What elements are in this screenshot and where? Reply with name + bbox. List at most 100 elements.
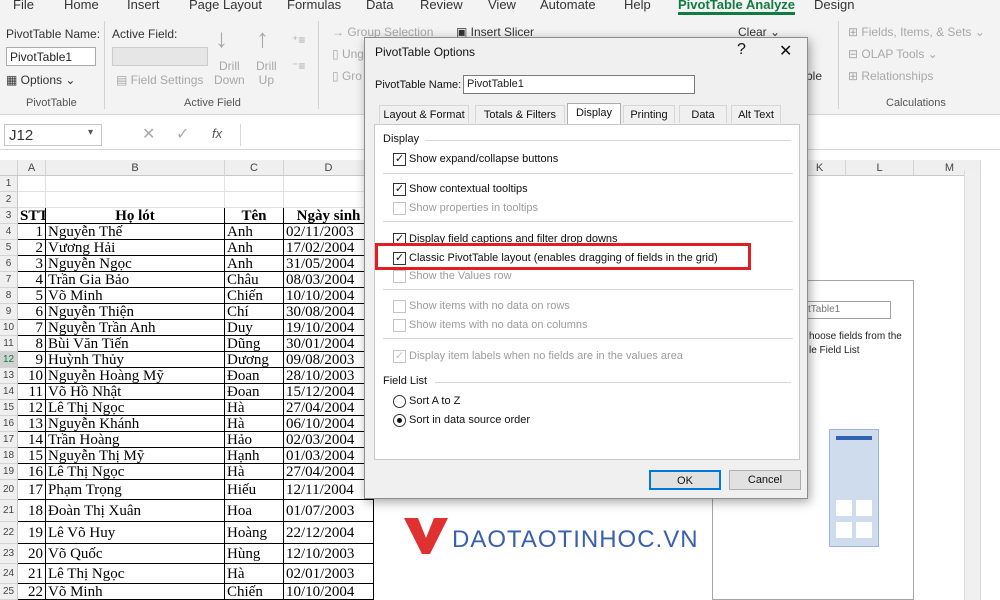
row-header[interactable]: 5 <box>0 240 18 256</box>
table-cell[interactable]: 22 <box>18 584 46 600</box>
table-cell[interactable]: 27/04/2004 <box>284 464 374 480</box>
table-header-cell[interactable]: STT <box>18 208 46 224</box>
pt-name-input[interactable]: PivotTable1 <box>463 75 695 94</box>
table-cell[interactable]: 15 <box>18 448 46 464</box>
table-cell[interactable]: Hà <box>225 416 284 432</box>
table-cell[interactable]: Anh <box>225 224 284 240</box>
tab-printing[interactable]: Printing <box>623 105 675 123</box>
table-cell[interactable]: 02/03/2004 <box>284 432 374 448</box>
menu-view[interactable]: View <box>488 0 516 12</box>
table-cell[interactable]: Anh <box>225 240 284 256</box>
olap-tools-button[interactable]: ⊟ OLAP Tools ⌄ <box>848 47 938 61</box>
table-cell[interactable]: 5 <box>18 288 46 304</box>
menu-page-layout[interactable]: Page Layout <box>189 0 262 12</box>
sort-a-to-z-radio[interactable] <box>393 395 406 408</box>
table-cell[interactable]: 16 <box>18 464 46 480</box>
menu-formulas[interactable]: Formulas <box>287 0 341 12</box>
table-cell[interactable]: Hùng <box>225 544 284 564</box>
table-cell[interactable]: Nguyễn Thiện <box>46 304 225 320</box>
table-cell[interactable]: Hoàng <box>225 522 284 544</box>
column-header-c[interactable]: C <box>225 160 284 176</box>
confirm-entry-icon[interactable]: ✓ <box>176 124 189 144</box>
table-cell[interactable]: Nguyễn Trần Anh <box>46 320 225 336</box>
table-cell[interactable]: 17 <box>18 480 46 500</box>
table-cell[interactable]: 31/05/2004 <box>284 256 374 272</box>
row-header[interactable]: 15 <box>0 400 18 416</box>
table-cell[interactable]: Lê Thị Ngọc <box>46 400 225 416</box>
formula-input[interactable] <box>240 124 370 146</box>
tab-layout-format[interactable]: Layout & Format <box>379 105 469 123</box>
menu-file[interactable]: File <box>13 0 34 12</box>
insert-function-icon[interactable]: fx <box>212 126 222 141</box>
table-header-cell[interactable]: Ngày sinh <box>284 208 374 224</box>
table-cell[interactable]: Nguyễn Thế <box>46 224 225 240</box>
ok-button[interactable]: OK <box>649 470 721 490</box>
row-header[interactable]: 11 <box>0 336 18 352</box>
table-cell[interactable]: 1 <box>18 224 46 240</box>
vertical-scrollbar[interactable] <box>964 170 980 600</box>
menu-insert[interactable]: Insert <box>127 0 160 12</box>
column-header-l[interactable]: L <box>846 160 914 176</box>
table-cell[interactable]: 2 <box>18 240 46 256</box>
table-cell[interactable]: 30/08/2004 <box>284 304 374 320</box>
table-cell[interactable]: Võ Hồ Nhật <box>46 384 225 400</box>
table-header-cell[interactable]: Tên <box>225 208 284 224</box>
select-all-corner[interactable] <box>0 160 18 176</box>
table-cell[interactable]: Trần Gia Bảo <box>46 272 225 288</box>
table-cell[interactable]: 09/08/2003 <box>284 352 374 368</box>
row-header[interactable]: 22 <box>0 522 18 544</box>
table-cell[interactable]: Lê Thị Ngọc <box>46 464 225 480</box>
menu-automate[interactable]: Automate <box>540 0 596 12</box>
row-header[interactable]: 16 <box>0 416 18 432</box>
collapse-field-icon[interactable]: ⁻≡ <box>292 59 305 73</box>
table-cell[interactable]: Hà <box>225 564 284 584</box>
row-header[interactable]: 3 <box>0 208 18 224</box>
menu-pivottable-analyze[interactable]: PivotTable Analyze <box>678 0 796 15</box>
table-cell[interactable]: Võ Quốc <box>46 544 225 564</box>
table-cell[interactable]: Nguyễn Khánh <box>46 416 225 432</box>
table-cell[interactable]: Hạnh <box>225 448 284 464</box>
help-icon[interactable]: ? <box>737 41 746 59</box>
table-cell[interactable]: 15/12/2004 <box>284 384 374 400</box>
table-cell[interactable]: Võ Minh <box>46 288 225 304</box>
table-cell[interactable]: 22/12/2004 <box>284 522 374 544</box>
table-cell[interactable]: 10/10/2004 <box>284 288 374 304</box>
row-header[interactable]: 9 <box>0 304 18 320</box>
display-item-labels-checkbox[interactable]: ✓ <box>393 350 406 363</box>
table-cell[interactable]: 21 <box>18 564 46 584</box>
menu-home[interactable]: Home <box>64 0 99 12</box>
table-cell[interactable]: 08/03/2004 <box>284 272 374 288</box>
table-cell[interactable]: Hà <box>225 464 284 480</box>
table-cell[interactable]: 19/10/2004 <box>284 320 374 336</box>
row-header[interactable]: 20 <box>0 480 18 500</box>
table-cell[interactable]: 02/11/2003 <box>284 224 374 240</box>
menu-data[interactable]: Data <box>366 0 393 12</box>
menu-design[interactable]: Design <box>814 0 854 12</box>
name-box-dropdown-icon[interactable]: ▾ <box>88 127 93 138</box>
table-cell[interactable]: Hà <box>225 400 284 416</box>
sort-source-order-radio[interactable] <box>393 414 406 427</box>
table-cell[interactable]: 7 <box>18 320 46 336</box>
empty-cell[interactable] <box>46 192 225 208</box>
table-cell[interactable]: Châu <box>225 272 284 288</box>
row-header[interactable]: 19 <box>0 464 18 480</box>
table-cell[interactable]: Huỳnh Thủy <box>46 352 225 368</box>
empty-cell[interactable] <box>18 192 46 208</box>
table-cell[interactable]: Đoan <box>225 368 284 384</box>
row-header[interactable]: 12 <box>0 352 18 368</box>
table-cell[interactable]: Dũng <box>225 336 284 352</box>
table-cell[interactable]: Phạm Trọng <box>46 480 225 500</box>
empty-cell[interactable] <box>225 192 284 208</box>
row-header[interactable]: 17 <box>0 432 18 448</box>
expand-field-icon[interactable]: ⁺≡ <box>292 33 305 47</box>
table-cell[interactable]: Hoa <box>225 500 284 522</box>
table-cell[interactable]: 02/01/2003 <box>284 564 374 584</box>
row-header[interactable]: 8 <box>0 288 18 304</box>
empty-cell[interactable] <box>284 176 374 192</box>
empty-cell[interactable] <box>225 176 284 192</box>
cancel-button[interactable]: Cancel <box>729 470 801 490</box>
table-cell[interactable]: 12/11/2004 <box>284 480 374 500</box>
row-header[interactable]: 25 <box>0 584 18 600</box>
table-cell[interactable]: Dương <box>225 352 284 368</box>
group-field-button[interactable]: ▯ Gro <box>332 69 362 83</box>
